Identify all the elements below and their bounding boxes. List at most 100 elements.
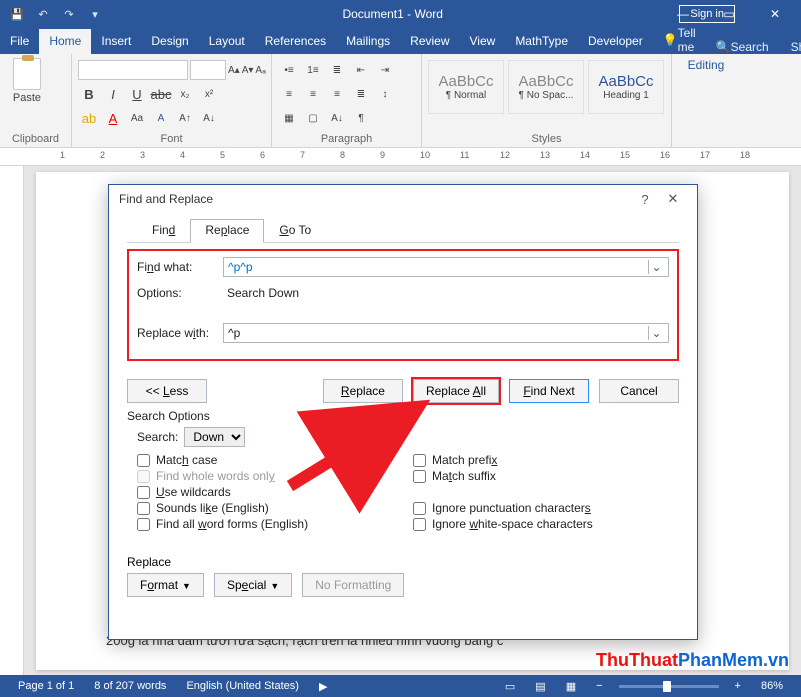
style-nospacing[interactable]: AaBbCc¶ No Spac... — [508, 60, 584, 114]
font-color-icon[interactable]: A — [102, 109, 124, 129]
tab-developer[interactable]: Developer — [578, 29, 653, 54]
status-page[interactable]: Page 1 of 1 — [8, 680, 84, 692]
subscript-icon[interactable]: x₂ — [174, 84, 196, 104]
align-right-icon[interactable]: ≡ — [326, 84, 348, 104]
qa-dropdown-icon[interactable]: ▾ — [84, 3, 106, 25]
grow-font-icon[interactable]: A▴ — [228, 60, 240, 80]
ruler-horizontal[interactable]: 123456789101112131415161718 — [0, 148, 801, 166]
show-marks-icon[interactable]: ¶ — [350, 109, 372, 129]
shrink-a-icon[interactable]: A↓ — [198, 109, 220, 129]
search-dir-select[interactable]: Down — [184, 427, 245, 447]
tab-review[interactable]: Review — [400, 29, 459, 54]
tab-view[interactable]: View — [460, 29, 506, 54]
save-icon[interactable]: 💾 — [6, 3, 28, 25]
grow-a-icon[interactable]: A↑ — [174, 109, 196, 129]
less-button[interactable]: << Less — [127, 379, 207, 403]
font-label: Font — [78, 131, 265, 145]
chk-all-forms[interactable] — [137, 518, 150, 531]
close-icon[interactable]: ✕ — [755, 4, 795, 24]
tab-mathtype[interactable]: MathType — [505, 29, 578, 54]
findwhat-field[interactable]: ^p^p ⌄ — [223, 257, 669, 277]
special-button[interactable]: Special▼ — [214, 573, 292, 597]
chk-wildcards[interactable] — [137, 486, 150, 499]
align-center-icon[interactable]: ≡ — [302, 84, 324, 104]
shrink-font-icon[interactable]: A▾ — [242, 60, 254, 80]
tab-replace-dialog[interactable]: Replace — [190, 219, 264, 243]
chk-ignore-punct[interactable] — [413, 502, 426, 515]
status-words[interactable]: 8 of 207 words — [84, 680, 176, 692]
font-size-field[interactable] — [190, 60, 226, 80]
clear-fmt-icon[interactable]: Aₐ — [255, 60, 265, 80]
style-normal[interactable]: AaBbCc¶ Normal — [428, 60, 504, 114]
help-icon[interactable]: ? — [631, 192, 659, 207]
replacewith-field[interactable]: ^p ⌄ — [223, 323, 669, 343]
text-effects-icon[interactable]: A — [150, 109, 172, 129]
chk-ignore-white[interactable] — [413, 518, 426, 531]
undo-icon[interactable]: ↶ — [32, 3, 54, 25]
dialog-close-icon[interactable]: ✕ — [659, 191, 687, 207]
macro-icon[interactable]: ▶ — [309, 680, 337, 693]
maximize-icon[interactable]: ▭ — [709, 4, 749, 24]
change-case-icon[interactable]: Aa — [126, 109, 148, 129]
align-left-icon[interactable]: ≡ — [278, 84, 300, 104]
line-spacing-icon[interactable]: ↕ — [374, 84, 396, 104]
redo-icon[interactable]: ↷ — [58, 3, 80, 25]
chevron-down-icon[interactable]: ⌄ — [648, 260, 664, 274]
bullets-icon[interactable]: •≡ — [278, 60, 300, 80]
highlight-icon[interactable]: ab — [78, 109, 100, 129]
chk-prefix[interactable] — [413, 454, 426, 467]
ribbon-tabs: File Home Insert Design Layout Reference… — [0, 28, 801, 54]
chk-match-case[interactable] — [137, 454, 150, 467]
view-read-icon[interactable]: ▭ — [495, 680, 525, 693]
tab-file[interactable]: File — [0, 29, 39, 54]
zoom-in-icon[interactable]: + — [725, 680, 751, 692]
underline-icon[interactable]: U — [126, 84, 148, 104]
chevron-down-icon[interactable]: ⌄ — [648, 326, 664, 340]
ruler-vertical[interactable] — [0, 166, 24, 676]
view-print-icon[interactable]: ▤ — [525, 680, 555, 693]
replace-all-button[interactable]: Replace All — [413, 379, 499, 403]
group-editing: Editing — [672, 54, 732, 147]
chk-sounds-like[interactable] — [137, 502, 150, 515]
paste-button[interactable]: Paste — [6, 58, 48, 104]
tab-find-dialog[interactable]: Find — [137, 219, 190, 243]
tab-design[interactable]: Design — [141, 29, 198, 54]
titlebar: 💾 ↶ ↷ ▾ Document1 - Word Sign in — ▭ ✕ — [0, 0, 801, 28]
zoom-slider[interactable] — [619, 685, 719, 688]
minimize-icon[interactable]: — — [663, 4, 703, 24]
strike-icon[interactable]: abc — [150, 84, 172, 104]
tell-me[interactable]: 💡 Tell me — [653, 26, 706, 54]
tab-insert[interactable]: Insert — [91, 29, 141, 54]
numbering-icon[interactable]: 1≡ — [302, 60, 324, 80]
tab-goto-dialog[interactable]: Go To — [264, 219, 326, 243]
bold-icon[interactable]: B — [78, 84, 100, 104]
chk-suffix[interactable] — [413, 470, 426, 483]
italic-icon[interactable]: I — [102, 84, 124, 104]
share-button[interactable]: Share — [779, 40, 801, 54]
sort-icon[interactable]: A↓ — [326, 109, 348, 129]
replace-button[interactable]: Replace — [323, 379, 403, 403]
multilevel-icon[interactable]: ≣ — [326, 60, 348, 80]
borders-icon[interactable]: ▢ — [302, 109, 324, 129]
view-web-icon[interactable]: ▦ — [556, 680, 586, 693]
font-name-field[interactable] — [78, 60, 188, 80]
status-lang[interactable]: English (United States) — [176, 680, 309, 692]
tab-home[interactable]: Home — [39, 29, 91, 54]
editing-button[interactable]: Editing — [678, 58, 734, 72]
format-button[interactable]: Format▼ — [127, 573, 204, 597]
zoom-level[interactable]: 86% — [751, 680, 793, 692]
tab-references[interactable]: References — [255, 29, 336, 54]
shading-icon[interactable]: ▦ — [278, 109, 300, 129]
tab-layout[interactable]: Layout — [199, 29, 255, 54]
style-heading1[interactable]: AaBbCcHeading 1 — [588, 60, 664, 114]
indent-icon[interactable]: ⇥ — [374, 60, 396, 80]
tab-mailings[interactable]: Mailings — [336, 29, 400, 54]
superscript-icon[interactable]: x² — [198, 84, 220, 104]
search-cmd[interactable]: 🔍 Search — [706, 40, 779, 54]
zoom-out-icon[interactable]: − — [586, 680, 612, 692]
dialog-titlebar[interactable]: Find and Replace ? ✕ — [109, 185, 697, 213]
outdent-icon[interactable]: ⇤ — [350, 60, 372, 80]
find-next-button[interactable]: Find Next — [509, 379, 589, 403]
justify-icon[interactable]: ≣ — [350, 84, 372, 104]
cancel-button[interactable]: Cancel — [599, 379, 679, 403]
